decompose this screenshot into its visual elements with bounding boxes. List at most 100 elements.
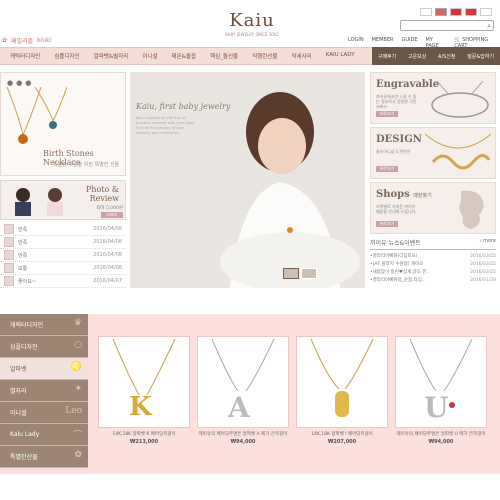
flag-japan-icon[interactable]	[480, 8, 492, 16]
nav-item[interactable]: KAIU LADY	[326, 52, 355, 60]
review-row[interactable]: 만족 2016/04/08	[0, 236, 126, 249]
search-icon[interactable]: ⌕	[487, 22, 491, 31]
logo-wordmark: Kaiu	[229, 10, 275, 31]
review-title: 만족	[18, 226, 28, 233]
sub-nav-item[interactable]: 구매후기	[378, 53, 396, 60]
promo-button[interactable]: 바로가기	[376, 221, 398, 227]
nav-item[interactable]: 캐릭터디자인	[10, 52, 40, 60]
product-price: ₩94,000	[428, 439, 454, 445]
product-image[interactable]: U	[395, 336, 487, 428]
family-links[interactable]: ✿ 패밀리몰 kiuki	[2, 36, 51, 45]
product-price: ₩94,000	[230, 439, 256, 445]
product-name[interactable]: 14K,18K 알파벳 K 페어딩목걸이	[98, 432, 190, 438]
news-item[interactable]: • 결라리아빠화(디딤토요) 2016/03/25	[370, 252, 496, 260]
nav-item[interactable]: 핵심_돌선물	[210, 52, 238, 60]
product-card[interactable]: 14K,18K 알파벳 I 페어딩목걸이 ₩207,000	[296, 336, 388, 445]
star-icon: ✦	[74, 384, 82, 394]
review-thumbnail	[4, 237, 14, 247]
hero-thumbnail[interactable]	[283, 268, 299, 279]
design-banner[interactable]: DESIGN 골드아니샵 도전하안 바로가기	[370, 127, 496, 179]
family-link[interactable]: 패밀리몰	[11, 36, 33, 45]
flag-china-icon[interactable]	[450, 8, 462, 16]
flower-icon: ✿	[2, 37, 8, 44]
product-card[interactable]: U 레이유의 페어딩주얼은 알파벳 U 메가 은목걸이 ₩94,000	[395, 336, 487, 445]
review-list: 만족 2016/04/08 만족 2016/04/08 만족 2016/04/08 보…	[0, 223, 126, 288]
hero-banner[interactable]: Kaiu, first baby jewelry Kaiu's jewelry …	[130, 72, 365, 288]
necklace-image	[6, 87, 67, 144]
product-price: ₩207,000	[327, 439, 357, 445]
sub-nav-item[interactable]: A/S신청	[438, 53, 455, 60]
flag-korea-icon[interactable]	[420, 8, 432, 16]
nav-item[interactable]: 심플디자인	[54, 52, 79, 60]
engravable-banner[interactable]: Engravable 까이유에서만 느낄 수 있는 정교하고 정밀한 각인서비스…	[370, 72, 496, 124]
product-name[interactable]: 레이유의 페어딩주얼은 알파벳 U 메가 은목걸이	[395, 432, 487, 438]
review-row[interactable]: 만족 2016/04/08	[0, 249, 126, 262]
category-item[interactable]: 특별한선물 ✿	[0, 446, 88, 468]
logo[interactable]: Kaiu BABY JEWELRY SINCE 2002	[222, 10, 282, 37]
promo-heading: Shops 매장찾기	[376, 189, 432, 200]
family-link-2[interactable]: kiuki	[37, 37, 51, 44]
news-title: 까이유 뉴스&이벤트	[370, 240, 421, 247]
product-image[interactable]	[296, 336, 388, 428]
necklace-icon: ⌒	[72, 431, 82, 441]
category-item[interactable]: 캐릭터디자인 ♛	[0, 314, 88, 336]
flag-usa-icon[interactable]	[435, 8, 447, 16]
review-title: 만족	[18, 239, 28, 246]
review-row[interactable]: 보통 2016/04/08	[0, 262, 126, 275]
nav-item[interactable]: 악세사리	[291, 52, 311, 60]
review-date: 2016/04/08	[93, 265, 122, 271]
photo-review-banner[interactable]: Photo & Review 최대 5,000원 더보기	[0, 180, 126, 220]
category-item[interactable]: 별자리 ✦	[0, 380, 88, 402]
category-item[interactable]: Kalu Lady ⌒	[0, 424, 88, 446]
main-nav: 캐릭터디자인 심플디자인 알파벳&별자리 이니셜 태몬&돌잡 핵심_돌선물 직행…	[10, 52, 355, 60]
sub-nav-item[interactable]: 질문&답하기	[467, 53, 494, 60]
shops-banner[interactable]: Shops 매장찾기 지역별로 가까운 까이유 매장을 안내해 드립니다. 바로…	[370, 182, 496, 234]
name-necklace-image	[424, 133, 492, 170]
slider-dots[interactable]: ●●●	[7, 79, 34, 87]
review-title: 만족	[18, 252, 28, 259]
product-name[interactable]: 14K,18K 알파벳 I 페어딩목걸이	[296, 432, 388, 438]
category-item[interactable]: 심플디자인 ○	[0, 336, 88, 358]
product-image[interactable]: A	[197, 336, 289, 428]
svg-text:U: U	[424, 391, 448, 424]
sub-nav-item[interactable]: 고운보상	[408, 53, 426, 60]
hero-thumbnails	[283, 268, 317, 279]
category-item[interactable]: 이니셜 Leo	[0, 402, 88, 424]
promo-heading: DESIGN	[376, 134, 422, 145]
nav-item[interactable]: 태몬&돌잡	[172, 52, 197, 60]
product-price: ₩213,000	[129, 439, 159, 445]
news-item[interactable]: • [AF,플라지 수원점] 개이오 2016/03/25	[370, 260, 496, 268]
review-date: 2016/04/08	[93, 239, 122, 245]
review-thumbnail	[4, 250, 14, 260]
review-thumbnail	[4, 224, 14, 234]
birthstone-banner[interactable]: ●●● Birth Stones Necklace 특별한 사람을 위한 특별한…	[0, 72, 126, 176]
review-thumbnail	[4, 263, 14, 273]
product-name[interactable]: 레이유의 페어딩주얼은 알파벳 A 메가 은목걸이	[197, 432, 289, 438]
sub-nav: 구매후기 고운보상 A/S신청 질문&답하기	[372, 47, 500, 65]
news-item[interactable]: • 새봄맞이 알린♥상세,글도 전.. 2016/03/25	[370, 268, 496, 276]
flag-hongkong-icon[interactable]	[465, 8, 477, 16]
review-row[interactable]: 만족 2016/04/08	[0, 223, 126, 236]
nav-item[interactable]: 직행런선물	[252, 52, 277, 60]
crown-icon: ♛	[73, 318, 82, 328]
news-item[interactable]: • 결라리아빠화점_순칭,타임.. 2016/01/29	[370, 276, 496, 284]
product-card[interactable]: A 레이유의 페어딩주얼은 알파벳 A 메가 은목걸이 ₩94,000	[197, 336, 289, 445]
promo-text: 까이유에서만 느낄 수 있는 정교하고 정밀한 각인서비스	[376, 94, 417, 109]
photo-review-button[interactable]: 더보기	[101, 212, 123, 218]
nav-item[interactable]: 이니셜	[142, 52, 157, 60]
promo-button[interactable]: 바로가기	[376, 166, 398, 172]
nav-item[interactable]: 알파벳&별자리	[94, 52, 129, 60]
review-date: 2016/04/07	[93, 278, 122, 284]
hero-thumbnail[interactable]	[301, 268, 317, 279]
search-input[interactable]: ⌕	[400, 20, 494, 31]
product-card[interactable]: K 14K,18K 알파벳 K 페어딩목걸이 ₩213,000	[98, 336, 190, 445]
review-row[interactable]: 좋아요~ 2016/04/07	[0, 275, 126, 288]
korea-map-image	[459, 190, 484, 229]
hero-title: Kaiu, first baby jewelry	[136, 102, 231, 111]
svg-text:A: A	[227, 391, 251, 424]
product-image[interactable]: K	[98, 336, 190, 428]
photo-review-caption: 최대 5,000원	[96, 206, 123, 211]
promo-button[interactable]: 바로가기	[376, 111, 398, 117]
news-more-link[interactable]: › more	[479, 238, 496, 247]
category-item-active[interactable]: 알파벳 ♌	[0, 358, 88, 380]
